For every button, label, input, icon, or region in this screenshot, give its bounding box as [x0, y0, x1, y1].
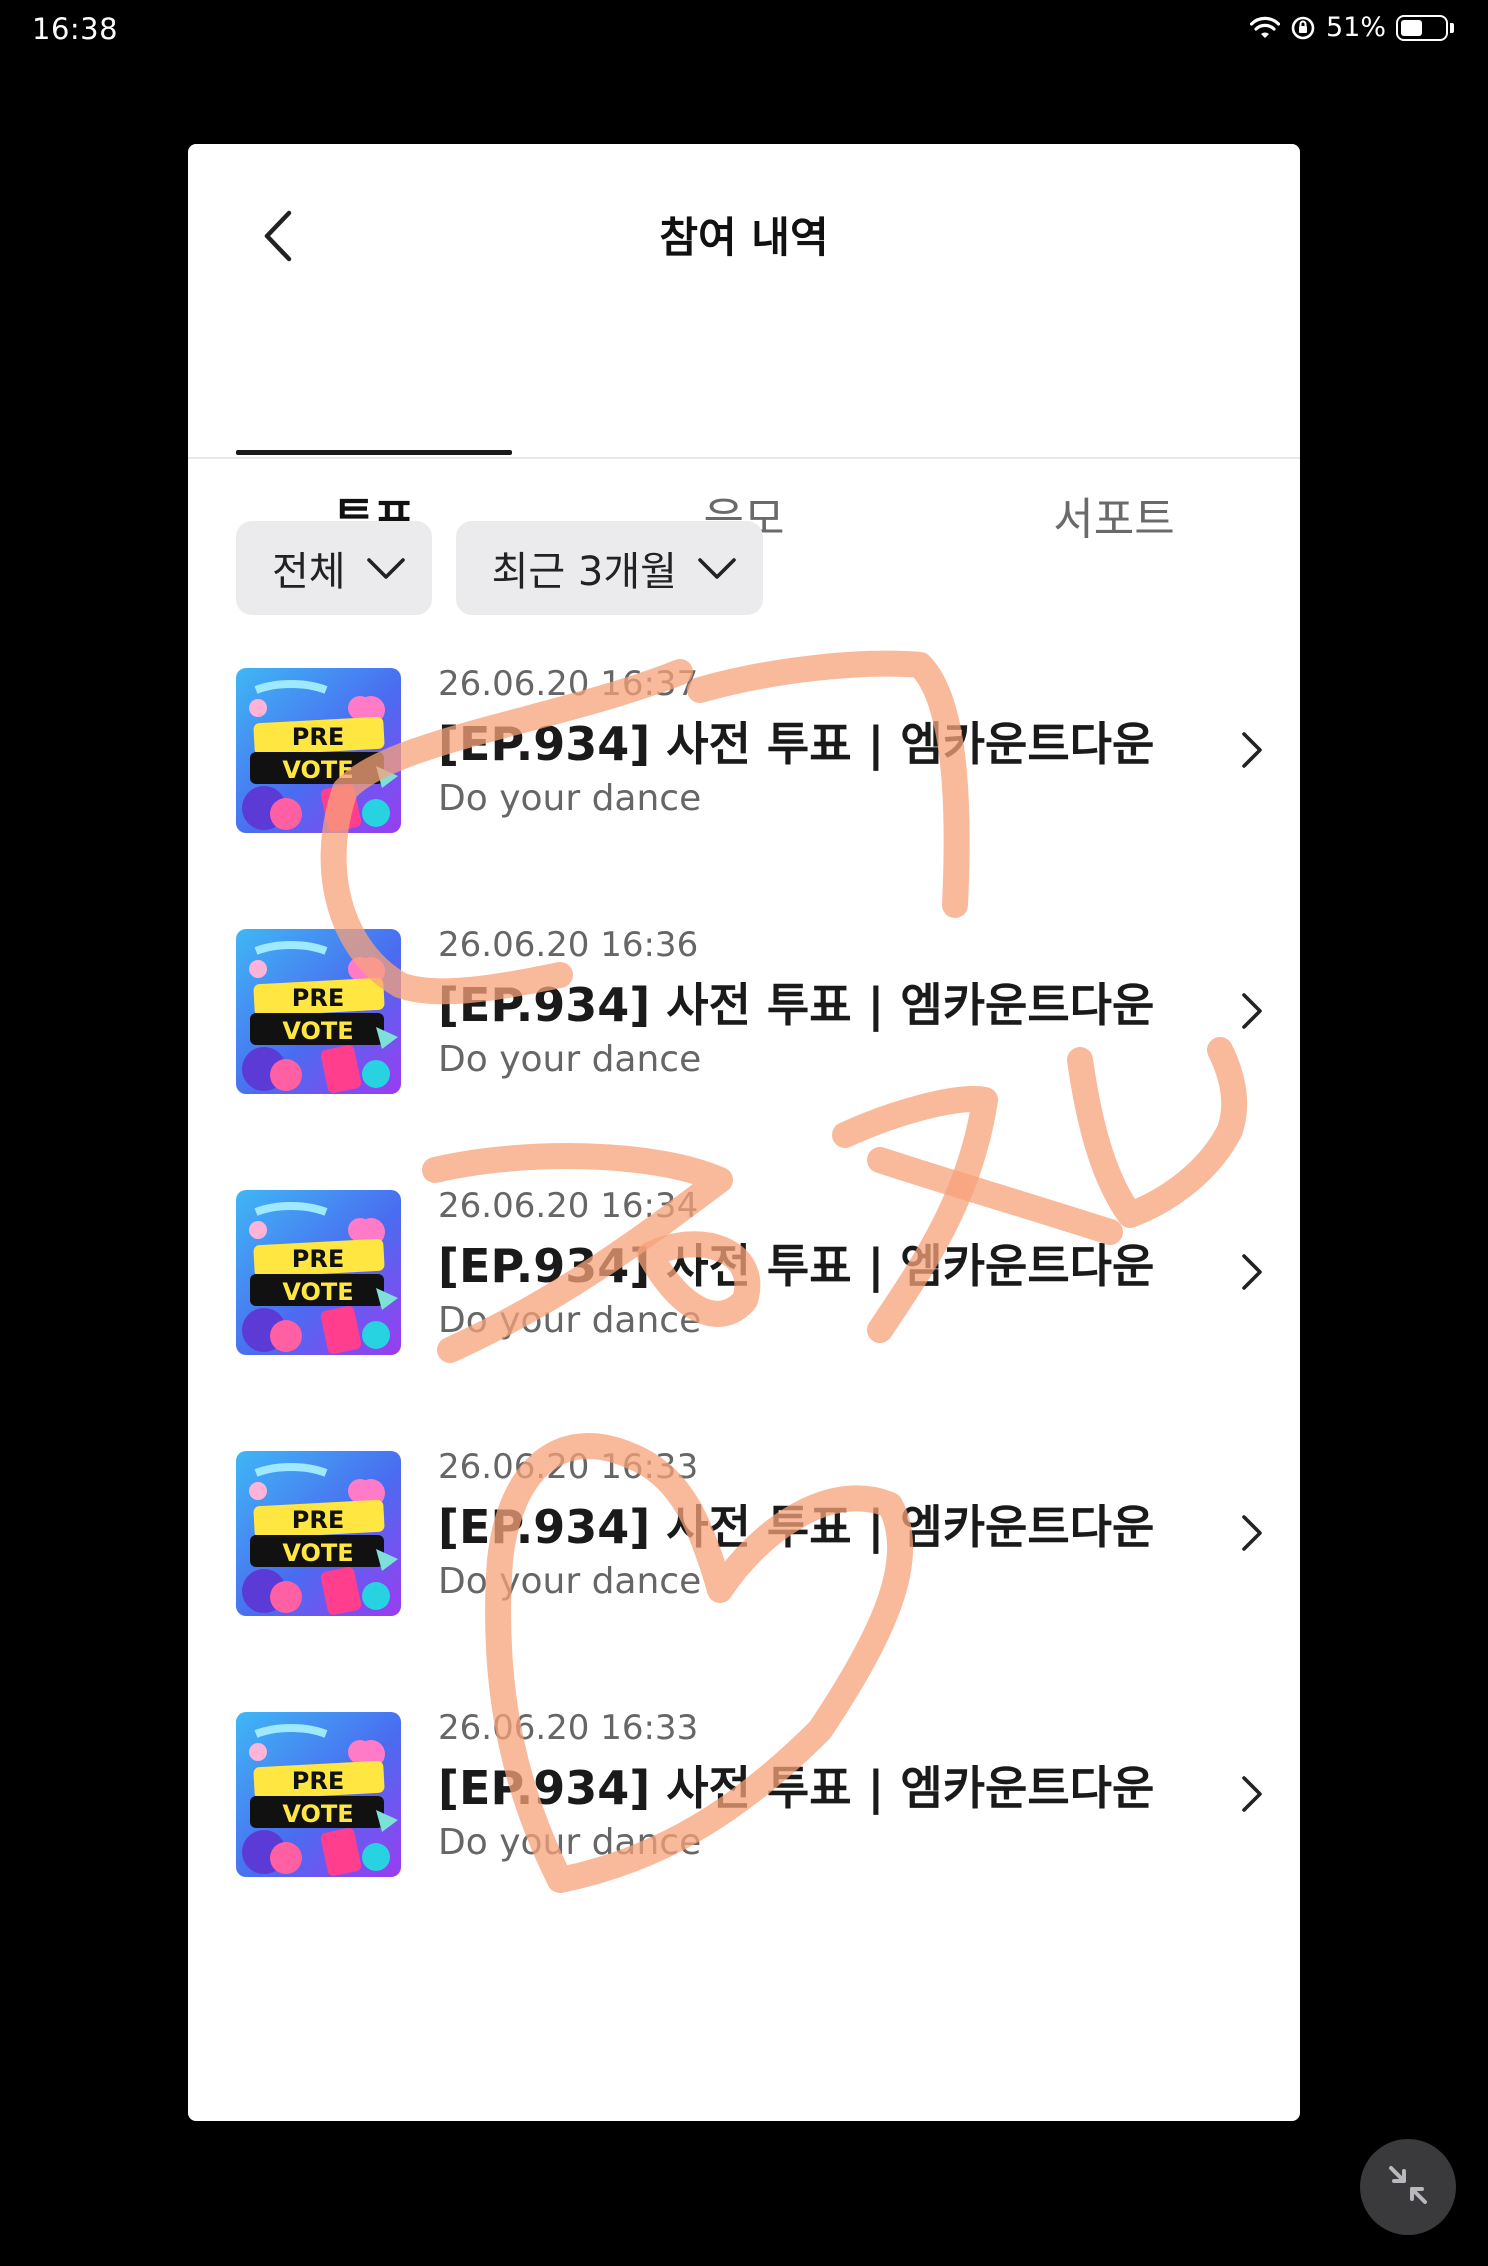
- item-title: [EP.934] 사전 투표 | 엠카운트다운: [438, 978, 1155, 1032]
- thumbnail-text-pre: PRE: [292, 1506, 344, 1534]
- vote-history-list: PRE VOTE 26.06.20 16:37 [EP.934] 사전 투표 |…: [236, 664, 1262, 1973]
- item-title: [EP.934] 사전 투표 | 엠카운트다운: [438, 1761, 1155, 1815]
- pre-vote-thumbnail: PRE VOTE: [236, 1190, 401, 1355]
- chevron-down-icon: [366, 545, 406, 591]
- status-time: 16:38: [32, 12, 119, 46]
- type-filter-dropdown[interactable]: 전체: [236, 521, 432, 615]
- item-date: 26.06.20 16:36: [438, 925, 699, 965]
- pre-vote-thumbnail: PRE VOTE: [236, 1451, 401, 1616]
- thumbnail-text-vote: VOTE: [282, 756, 353, 784]
- item-subtitle: Do your dance: [438, 1300, 702, 1341]
- item-title: [EP.934] 사전 투표 | 엠카운트다운: [438, 1500, 1155, 1554]
- chevron-right-icon: [1236, 985, 1266, 1037]
- item-title: [EP.934] 사전 투표 | 엠카운트다운: [438, 717, 1155, 771]
- chevron-right-icon: [1236, 1768, 1266, 1820]
- vote-history-item[interactable]: PRE VOTE 26.06.20 16:37 [EP.934] 사전 투표 |…: [236, 664, 1262, 929]
- thumbnail-text-pre: PRE: [292, 1245, 344, 1273]
- pre-vote-thumbnail: PRE VOTE: [236, 668, 401, 833]
- pre-vote-thumbnail: PRE VOTE: [236, 929, 401, 1094]
- item-subtitle: Do your dance: [438, 1039, 702, 1080]
- item-date: 26.06.20 16:33: [438, 1447, 699, 1487]
- item-date: 26.06.20 16:34: [438, 1186, 699, 1226]
- thumbnail-text-pre: PRE: [292, 723, 344, 751]
- item-subtitle: Do your dance: [438, 778, 702, 819]
- vote-history-item[interactable]: PRE VOTE 26.06.20 16:33 [EP.934] 사전 투표 |…: [236, 1708, 1262, 1973]
- status-icons: 51%: [1249, 12, 1454, 43]
- period-filter-dropdown[interactable]: 최근 3개월: [455, 521, 763, 615]
- thumbnail-text-vote: VOTE: [282, 1278, 353, 1306]
- filter-row: 전체 최근 3개월: [236, 521, 763, 615]
- battery-percent: 51%: [1325, 12, 1386, 43]
- item-title: [EP.934] 사전 투표 | 엠카운트다운: [438, 1239, 1155, 1293]
- period-filter-label: 최근 3개월: [491, 549, 677, 595]
- active-tab-indicator: [236, 450, 512, 455]
- chevron-right-icon: [1236, 1507, 1266, 1559]
- vote-history-item[interactable]: PRE VOTE 26.06.20 16:33 [EP.934] 사전 투표 |…: [236, 1447, 1262, 1712]
- chevron-right-icon: [1236, 724, 1266, 776]
- collapse-arrows-icon: [1383, 2160, 1433, 2214]
- item-date: 26.06.20 16:33: [438, 1708, 699, 1748]
- item-date: 26.06.20 16:37: [438, 664, 699, 704]
- pre-vote-thumbnail: PRE VOTE: [236, 1712, 401, 1877]
- item-subtitle: Do your dance: [438, 1822, 702, 1863]
- battery-nub: [1450, 22, 1454, 33]
- status-bar: 16:38 51%: [0, 0, 1488, 64]
- wifi-icon: [1249, 16, 1280, 40]
- minimize-button[interactable]: [1360, 2139, 1456, 2235]
- tabs-divider: [188, 457, 1300, 459]
- orientation-lock-icon: [1290, 15, 1316, 41]
- thumbnail-text-vote: VOTE: [282, 1017, 353, 1045]
- type-filter-label: 전체: [272, 549, 346, 595]
- thumbnail-text-pre: PRE: [292, 1767, 344, 1795]
- chevron-down-icon: [697, 545, 737, 591]
- participation-history-panel: 참여 내역 투표 응모 서포트 전체 최근 3개월 PRE VOTE 26.06…: [188, 144, 1300, 2121]
- battery-icon: [1396, 14, 1448, 41]
- vote-history-item[interactable]: PRE VOTE 26.06.20 16:36 [EP.934] 사전 투표 |…: [236, 925, 1262, 1190]
- tab-support[interactable]: 서포트: [976, 444, 1252, 602]
- chevron-right-icon: [1236, 1246, 1266, 1298]
- vote-history-item[interactable]: PRE VOTE 26.06.20 16:34 [EP.934] 사전 투표 |…: [236, 1186, 1262, 1451]
- page-title: 참여 내역: [659, 213, 829, 262]
- item-subtitle: Do your dance: [438, 1561, 702, 1602]
- thumbnail-text-pre: PRE: [292, 984, 344, 1012]
- thumbnail-text-vote: VOTE: [282, 1539, 353, 1567]
- thumbnail-text-vote: VOTE: [282, 1800, 353, 1828]
